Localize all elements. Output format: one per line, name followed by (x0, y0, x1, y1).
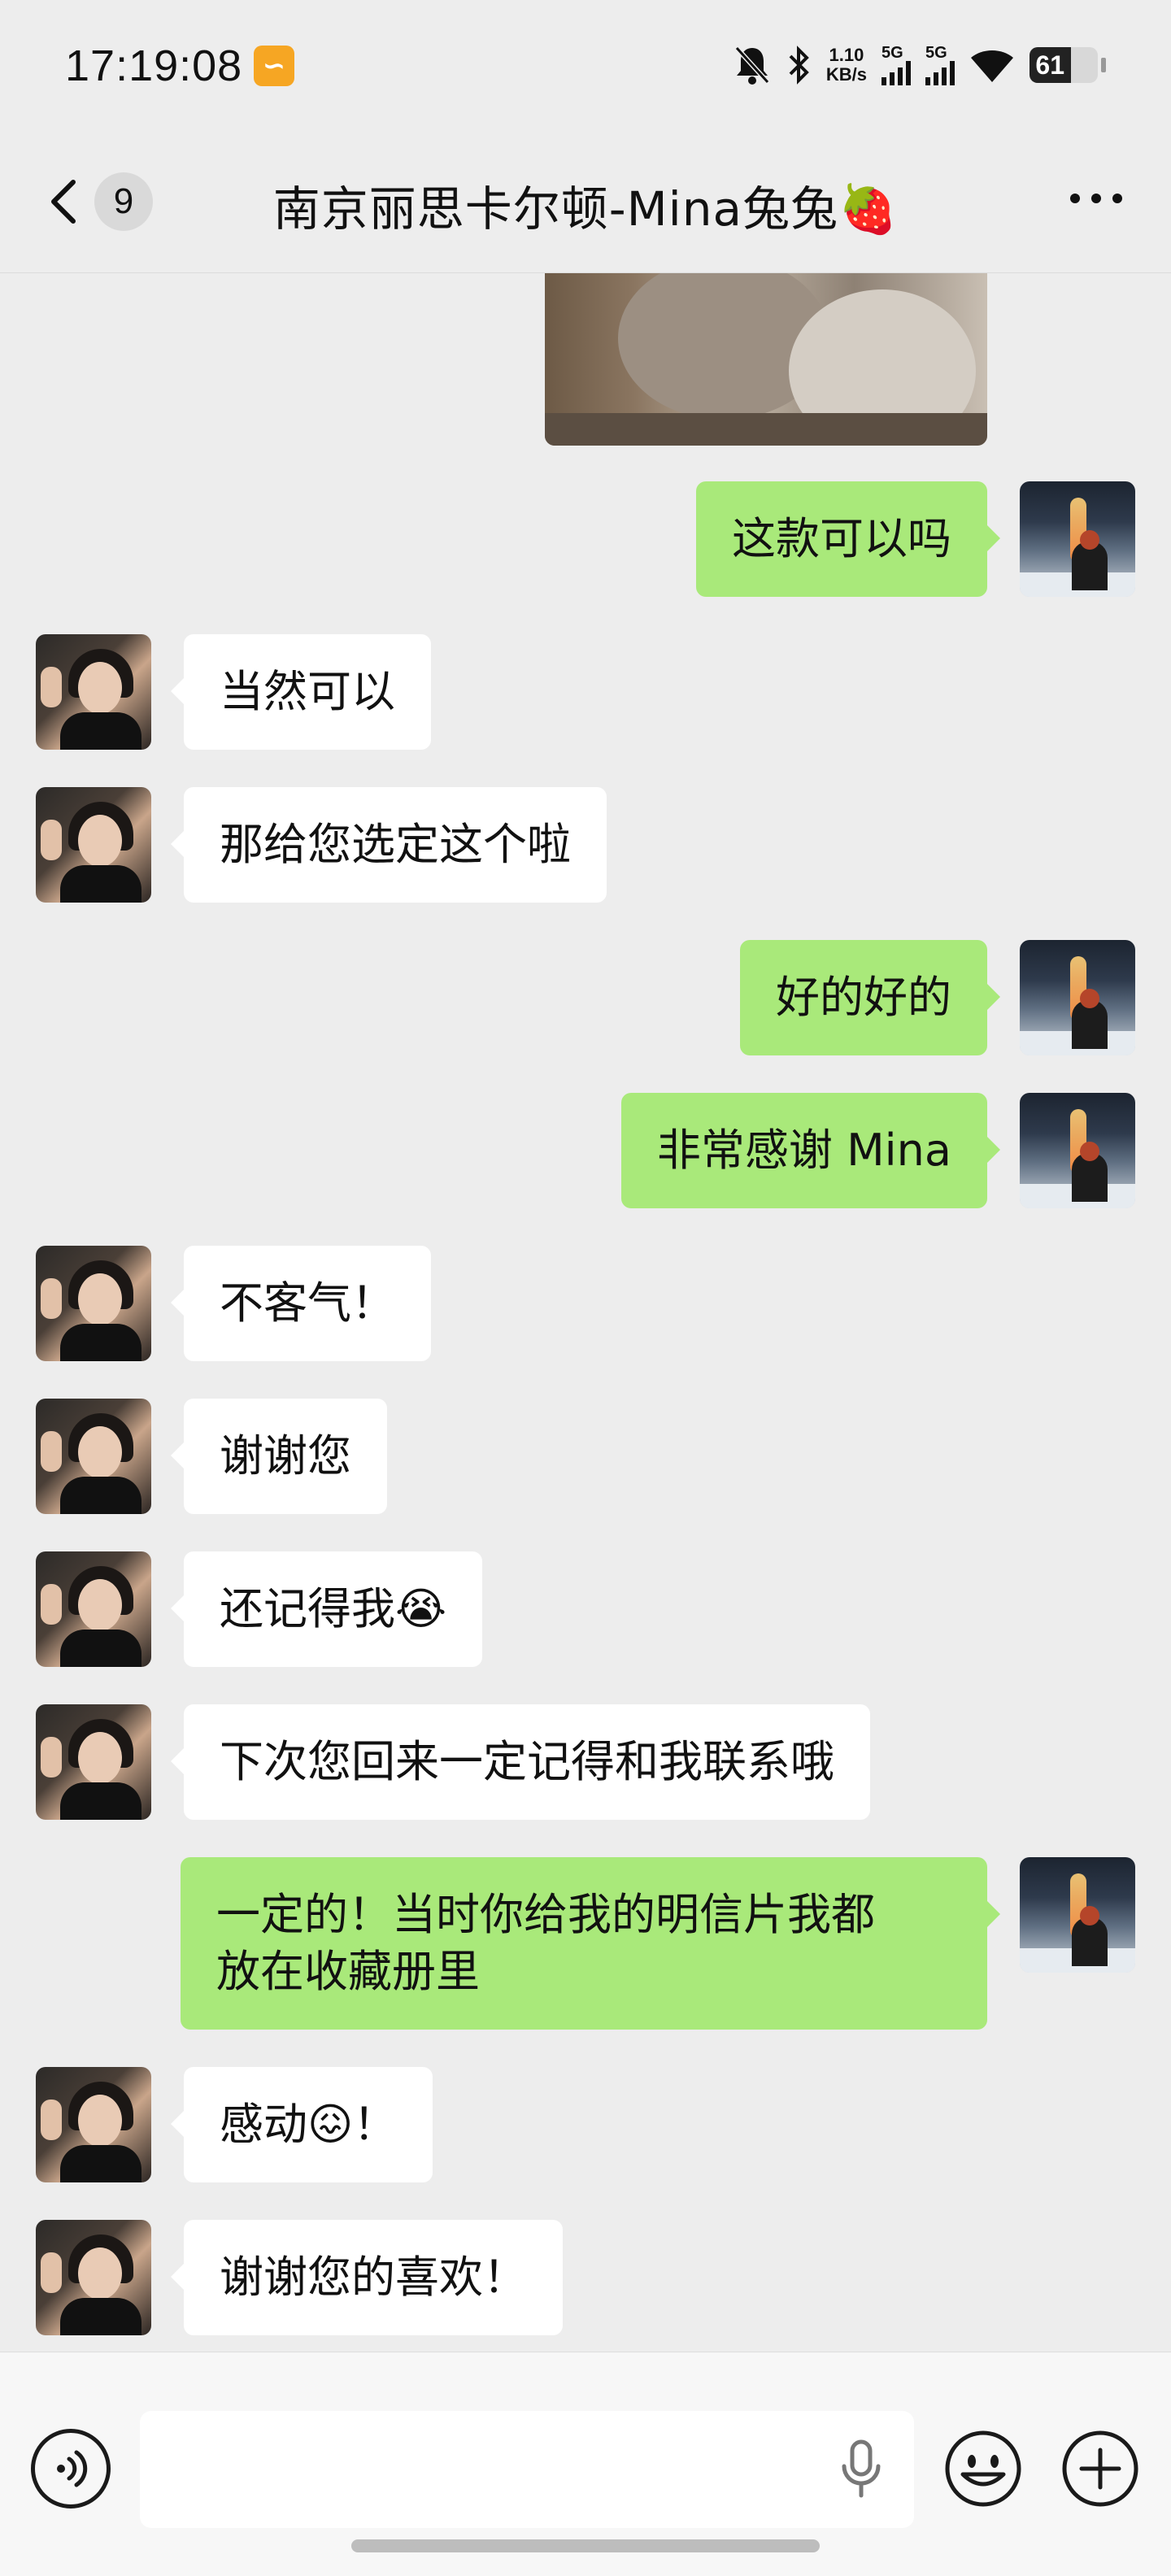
message-bubble-self[interactable]: 一定的！当时你给我的明信片我都 放在收藏册里 (181, 1857, 1000, 2030)
mute-bell-icon (734, 42, 771, 88)
network-speed-value: 1.10 (829, 45, 864, 65)
avatar-contact[interactable] (36, 634, 151, 750)
avatar-contact[interactable] (36, 2220, 151, 2335)
chat-message-list[interactable]: 这款可以吗 当然可以 那给您选定这个啦 好的好的 非常感谢 Mina 不客气！ … (0, 273, 1171, 2352)
message-bubble-contact[interactable]: 下次您回来一定记得和我联系哦 (171, 1704, 870, 1820)
message-bubble-contact[interactable]: 感动😖！ (170, 2067, 433, 2182)
more-options-button[interactable] (1070, 194, 1122, 203)
message-bubble-contact[interactable]: 不客气！ (171, 1246, 431, 1361)
network-speed: 1.10 KB/s (826, 46, 867, 85)
avatar-contact[interactable] (36, 787, 151, 903)
microphone-icon[interactable] (833, 2437, 890, 2502)
status-bar: 17:19:08 ∽ 1.10 KB/s 5G 5G 61 (0, 0, 1171, 130)
avatar-self[interactable] (1020, 1093, 1135, 1208)
avatar-contact[interactable] (36, 1246, 151, 1361)
more-dot-icon (1112, 194, 1122, 203)
message-bubble-contact[interactable]: 谢谢您的喜欢！ (171, 2220, 563, 2335)
network-speed-unit: KB/s (825, 64, 867, 85)
battery-icon: 61 (1030, 47, 1098, 83)
avatar-self[interactable] (1020, 940, 1135, 1055)
app-notification-icon: ∽ (254, 46, 294, 86)
battery-level: 61 (1035, 50, 1064, 80)
bluetooth-icon (786, 42, 812, 88)
message-bubble-contact[interactable]: 谢谢您 (171, 1399, 387, 1514)
signal-label: 5G (925, 44, 947, 62)
message-bubble-contact[interactable]: 还记得我😭 (170, 1551, 483, 1667)
message-bubble-contact[interactable]: 那给您选定这个啦 (171, 787, 607, 903)
signal-icon: 5G (882, 45, 911, 85)
chat-title: 南京丽思卡尔顿-Mina兔兔🍓 (272, 181, 899, 237)
message-bubble-self[interactable]: 非常感谢 Mina (620, 1093, 1001, 1208)
message-input-bar (0, 2352, 1171, 2576)
avatar-self[interactable] (1020, 1857, 1135, 1973)
avatar-contact[interactable] (36, 1704, 151, 1820)
chat-header: 9 南京丽思卡尔顿-Mina兔兔🍓 (0, 130, 1171, 273)
avatar-self[interactable] (1020, 481, 1135, 597)
home-indicator[interactable] (351, 2539, 820, 2552)
wifi-icon (969, 42, 1015, 88)
signal-icon: 5G (925, 45, 955, 85)
signal-label: 5G (882, 44, 903, 62)
avatar-contact[interactable] (36, 1551, 151, 1667)
more-functions-button[interactable] (1060, 2429, 1140, 2509)
more-dot-icon (1070, 194, 1080, 203)
avatar-contact[interactable] (36, 1399, 151, 1514)
voice-wave-icon (57, 2450, 88, 2487)
status-time: 17:19:08 (65, 41, 243, 90)
message-bubble-contact[interactable]: 当然可以 (171, 634, 431, 750)
message-bubble-self[interactable]: 好的好的 (740, 940, 1000, 1055)
message-input[interactable] (140, 2411, 914, 2528)
more-dot-icon (1091, 194, 1101, 203)
image-message[interactable] (545, 273, 987, 446)
status-indicators: 1.10 KB/s 5G 5G 61 (734, 39, 1106, 91)
voice-mode-button[interactable] (31, 2429, 111, 2509)
message-bubble-self[interactable]: 这款可以吗 (696, 481, 1000, 597)
plus-icon (1062, 2430, 1138, 2507)
avatar-contact[interactable] (36, 2067, 151, 2182)
smiley-icon (945, 2430, 1021, 2507)
emoji-button[interactable] (943, 2429, 1023, 2509)
